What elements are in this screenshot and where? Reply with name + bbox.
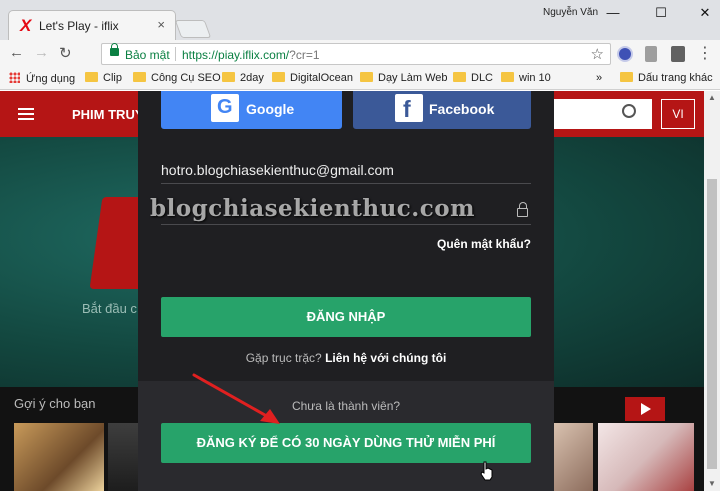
folder-icon bbox=[85, 72, 98, 82]
browser-tab[interactable]: X Let's Play - iflix × bbox=[8, 10, 176, 40]
address-separator bbox=[175, 47, 176, 61]
folder-icon bbox=[620, 72, 633, 82]
password-lock-icon bbox=[517, 202, 528, 217]
back-button[interactable]: ← bbox=[9, 44, 24, 61]
google-label: Google bbox=[246, 101, 295, 117]
folder-icon bbox=[272, 72, 285, 82]
extension-icon-2[interactable] bbox=[645, 46, 657, 62]
close-window-button[interactable]: ✕ bbox=[690, 4, 720, 24]
bookmarks-bar: Ứng dụng Clip Công Cụ SEO 2day DigitalOc… bbox=[0, 68, 720, 90]
login-button[interactable]: ĐĂNG NHẬP bbox=[161, 297, 531, 337]
apps-grid-icon bbox=[9, 72, 20, 83]
page-viewport: PHIM TRUY VI Bắt đầu c Gợi ý cho bạn G G… bbox=[0, 91, 704, 491]
hand-cursor-icon bbox=[480, 461, 493, 481]
new-tab-button[interactable] bbox=[174, 20, 212, 38]
browser-toolbar: ← → ↻ Bảo mật https://piay.iflix.com/?cr… bbox=[0, 40, 720, 68]
scroll-down-icon[interactable]: ▼ bbox=[708, 479, 716, 488]
folder-icon bbox=[222, 72, 235, 82]
title-bar: X Let's Play - iflix × Nguyễn Văn — ☐ ✕ bbox=[0, 0, 720, 40]
movie-thumbnail[interactable] bbox=[14, 423, 104, 491]
contact-us-link[interactable]: Liên hệ với chúng tôi bbox=[325, 351, 446, 365]
bookmark-item[interactable]: DLC bbox=[453, 72, 493, 84]
facebook-label: Facebook bbox=[429, 101, 495, 117]
google-login-button[interactable]: G Google bbox=[161, 91, 342, 129]
folder-icon bbox=[133, 72, 146, 82]
bookmark-item[interactable]: DigitalOcean bbox=[272, 72, 353, 84]
bookmark-item[interactable]: Công Cụ SEO bbox=[133, 72, 221, 84]
play-icon[interactable] bbox=[625, 397, 665, 421]
bookmarks-overflow-button[interactable]: » bbox=[596, 72, 602, 84]
minimize-button[interactable]: — bbox=[598, 4, 628, 24]
language-button[interactable]: VI bbox=[661, 99, 695, 129]
search-icon[interactable] bbox=[622, 104, 636, 118]
extension-icon-3[interactable] bbox=[671, 46, 685, 62]
facebook-icon: f bbox=[395, 94, 423, 122]
url-main: https://piay.iflix.com/ bbox=[182, 48, 290, 62]
forgot-password-link[interactable]: Quên mật khẩu? bbox=[437, 237, 531, 251]
other-bookmarks[interactable]: Dấu trang khác bbox=[620, 72, 713, 84]
iflix-favicon-icon: X bbox=[20, 16, 32, 35]
nav-label[interactable]: PHIM TRUY bbox=[72, 107, 144, 122]
profile-name[interactable]: Nguyễn Văn bbox=[543, 7, 598, 18]
password-underline[interactable] bbox=[161, 224, 531, 225]
watermark: blogchiasekienthuc.com bbox=[150, 195, 475, 222]
login-modal: G Google f Facebook hotro.blogchiasekien… bbox=[138, 91, 554, 491]
page-scrollbar[interactable]: ▲ ▼ bbox=[704, 91, 720, 491]
email-underline bbox=[161, 183, 531, 184]
url-text[interactable]: https://piay.iflix.com/?cr=1 bbox=[182, 48, 320, 62]
url-query: ?cr=1 bbox=[289, 48, 320, 62]
tab-title: Let's Play - iflix bbox=[39, 19, 119, 33]
forward-button[interactable]: → bbox=[34, 44, 49, 61]
secure-label[interactable]: Bảo mật bbox=[125, 48, 170, 62]
help-prefix: Gặp trục trặc? bbox=[245, 351, 322, 365]
help-text: Gặp trục trặc? Liên hệ với chúng tôi bbox=[138, 351, 554, 365]
scroll-up-icon[interactable]: ▲ bbox=[708, 93, 716, 102]
reload-button[interactable]: ↻ bbox=[59, 44, 72, 62]
movie-thumbnail[interactable] bbox=[108, 423, 138, 491]
bookmark-item[interactable]: win 10 bbox=[501, 72, 551, 84]
bookmark-item[interactable]: Dạy Làm Web bbox=[360, 72, 448, 84]
annotation-arrow-icon bbox=[192, 373, 280, 424]
email-field[interactable]: hotro.blogchiasekienthuc@gmail.com bbox=[161, 162, 394, 178]
facebook-login-button[interactable]: f Facebook bbox=[353, 91, 531, 129]
hero-text: Bắt đầu c bbox=[82, 301, 137, 316]
extension-icon-1[interactable] bbox=[617, 46, 633, 62]
bookmark-item[interactable]: Clip bbox=[85, 72, 122, 84]
row-title: Gợi ý cho bạn bbox=[14, 396, 96, 411]
folder-icon bbox=[453, 72, 466, 82]
secure-lock-icon[interactable] bbox=[110, 43, 119, 56]
google-icon: G bbox=[211, 94, 239, 122]
bookmark-star-icon[interactable]: ☆ bbox=[591, 45, 604, 63]
maximize-button[interactable]: ☐ bbox=[646, 4, 676, 24]
bookmark-item[interactable]: 2day bbox=[222, 72, 264, 84]
menu-icon[interactable]: ⋮ bbox=[697, 43, 713, 63]
hamburger-menu-icon[interactable] bbox=[18, 108, 34, 110]
scroll-thumb[interactable] bbox=[707, 179, 717, 469]
movie-thumbnail[interactable] bbox=[598, 423, 694, 491]
movie-thumbnail[interactable] bbox=[553, 423, 593, 491]
folder-icon bbox=[501, 72, 514, 82]
address-bar[interactable]: Bảo mật https://piay.iflix.com/?cr=1 ☆ bbox=[101, 43, 611, 65]
tab-close-icon[interactable]: × bbox=[157, 17, 165, 32]
bookmark-apps[interactable]: Ứng dụng bbox=[9, 72, 75, 85]
folder-icon bbox=[360, 72, 373, 82]
